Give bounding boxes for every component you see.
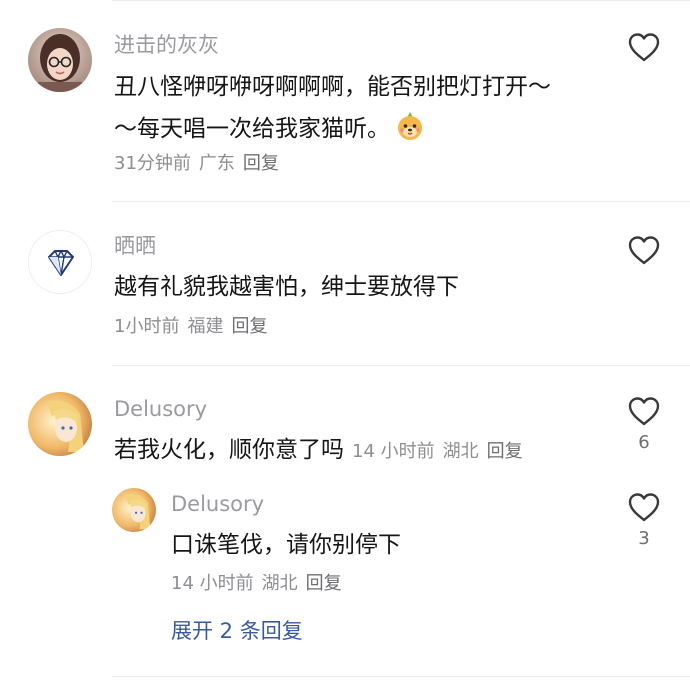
comment-meta: 14 小时前 湖北 回复 bbox=[352, 441, 523, 462]
divider bbox=[112, 676, 690, 677]
heart-icon bbox=[628, 493, 660, 522]
comment-username[interactable]: 进击的灰灰 bbox=[114, 35, 219, 56]
avatar[interactable] bbox=[112, 488, 156, 532]
comment-meta: 1小时前 福建 回复 bbox=[114, 318, 267, 336]
comment-location: 湖北 bbox=[442, 441, 479, 462]
comment-item: Delusory 若我火化，顺你意了吗 14 小时前 湖北 回复 6 Delusory… bbox=[0, 366, 690, 666]
heart-icon bbox=[628, 33, 660, 62]
comment-text: 越有礼貌我越害怕，绅士要放得下 bbox=[114, 274, 459, 300]
like-button[interactable] bbox=[624, 32, 664, 62]
comment-location: 福建 bbox=[187, 316, 224, 337]
comment-text: 若我火化，顺你意了吗 14 小时前 湖北 回复 bbox=[114, 429, 523, 473]
comment-time: 31分钟前 bbox=[114, 153, 191, 174]
comment-text-content: 若我火化，顺你意了吗 bbox=[114, 437, 344, 463]
like-count: 6 bbox=[638, 432, 650, 453]
comment-location: 广东 bbox=[198, 153, 235, 174]
reply-username[interactable]: Delusory bbox=[171, 494, 264, 515]
comment-username[interactable]: Delusory bbox=[114, 399, 207, 420]
heart-icon bbox=[628, 236, 660, 265]
reply-text: 口诛笔伐，请你别停下 bbox=[171, 532, 401, 558]
comment-item: 进击的灰灰 丑八怪咿呀咿呀啊啊啊，能否别把灯打开～ ～每天唱一次给我家猫听。 3… bbox=[0, 0, 690, 200]
comment-item: 晒晒 越有礼貌我越害怕，绅士要放得下 1小时前 福建 回复 bbox=[0, 202, 690, 364]
comment-meta: 31分钟前 广东 回复 bbox=[114, 155, 279, 173]
reply-meta: 14 小时前 湖北 回复 bbox=[171, 575, 342, 593]
reply-button[interactable]: 回复 bbox=[487, 441, 523, 462]
comment-text-line-2: ～每天唱一次给我家猫听。 bbox=[114, 108, 551, 156]
avatar[interactable] bbox=[28, 28, 92, 92]
reply-button[interactable]: 回复 bbox=[306, 573, 342, 594]
comment-text-line-content: ～每天唱一次给我家猫听。 bbox=[114, 116, 390, 142]
comment-text: 丑八怪咿呀咿呀啊啊啊，能否别把灯打开～ ～每天唱一次给我家猫听。 bbox=[114, 66, 551, 156]
expand-replies-link[interactable]: 展开 2 条回复 bbox=[171, 621, 303, 642]
comment-time: 1小时前 bbox=[114, 316, 180, 337]
heart-icon bbox=[628, 397, 660, 426]
comment-text-line: 丑八怪咿呀咿呀啊啊啊，能否别把灯打开～ bbox=[114, 74, 551, 100]
comment-username[interactable]: 晒晒 bbox=[114, 236, 156, 257]
like-button[interactable]: 3 bbox=[624, 492, 664, 548]
like-count: 3 bbox=[638, 528, 650, 549]
avatar[interactable] bbox=[28, 392, 92, 456]
reply-button[interactable]: 回复 bbox=[231, 316, 267, 337]
dog-face-emoji bbox=[394, 110, 426, 156]
like-button[interactable] bbox=[624, 235, 664, 265]
avatar[interactable] bbox=[28, 230, 92, 294]
reply-time: 14 小时前 bbox=[171, 573, 254, 594]
like-button[interactable]: 6 bbox=[624, 396, 664, 452]
comment-time: 14 小时前 bbox=[352, 441, 435, 462]
reply-location: 湖北 bbox=[261, 573, 298, 594]
reply-button[interactable]: 回复 bbox=[243, 153, 279, 174]
